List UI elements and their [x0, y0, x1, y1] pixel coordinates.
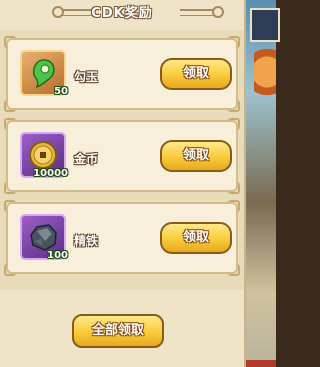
claim-button-jade[interactable]: 领取: [160, 58, 232, 90]
coin-icon: 10000: [20, 132, 68, 179]
iron-ore-icon: 100: [20, 214, 68, 261]
reward-quantity: 10000: [33, 168, 68, 179]
cdk-reward-panel: CDK奖励 50 勾玉 领取 10000 金币 领取 100 精铁 领取 全部领…: [0, 0, 246, 367]
reward-quantity: 50: [54, 86, 68, 97]
background-strip: [246, 360, 276, 367]
background-sign: [250, 8, 280, 42]
reward-name: 精铁: [74, 234, 99, 248]
background-scene: [246, 0, 280, 367]
reward-row-coin: 10000 金币 领取: [4, 118, 240, 194]
reward-name: 勾玉: [74, 70, 99, 84]
panel-footer: 全部领取: [0, 290, 244, 367]
claim-button-coin[interactable]: 领取: [160, 140, 232, 172]
reward-list: 50 勾玉 领取 10000 金币 领取 100 精铁 领取: [0, 30, 244, 290]
title-bar: CDK奖励: [0, 0, 244, 24]
jade-icon: 50: [20, 50, 68, 97]
claim-all-button[interactable]: 全部领取: [72, 314, 164, 348]
background-character: [254, 48, 276, 108]
reward-row-jade: 50 勾玉 领取: [4, 36, 240, 112]
title-ornament-right: [180, 6, 224, 18]
reward-quantity: 100: [47, 250, 68, 261]
reward-row-iron: 100 精铁 领取: [4, 200, 240, 276]
claim-button-iron[interactable]: 领取: [160, 222, 232, 254]
reward-name: 金币: [74, 152, 99, 166]
